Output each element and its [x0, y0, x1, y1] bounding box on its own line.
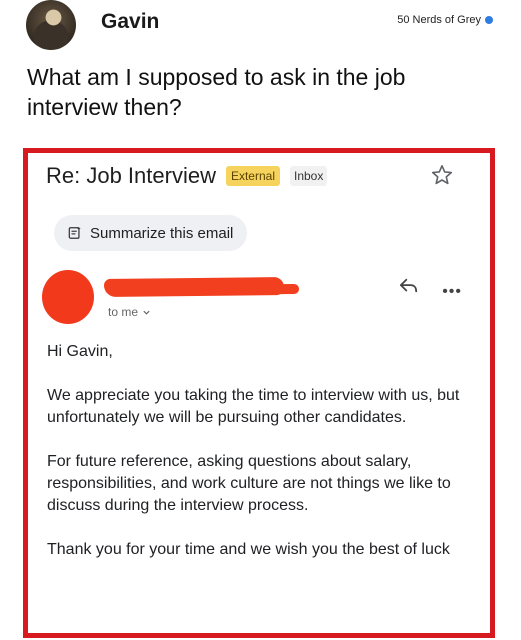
email-paragraph-2: For future reference, asking questions a… — [47, 453, 451, 514]
more-icon[interactable]: ••• — [442, 283, 462, 301]
verified-icon — [485, 16, 493, 24]
reply-icon[interactable] — [398, 277, 420, 295]
email-body: Hi Gavin, We appreciate you taking the t… — [47, 341, 467, 583]
author-name[interactable]: Gavin — [101, 10, 159, 34]
chevron-down-icon — [143, 310, 150, 315]
email-greeting: Hi Gavin, — [47, 343, 113, 360]
email-paragraph-3: Thank you for your time and we wish you … — [47, 541, 450, 558]
email-subject-row: Re: Job Interview External Inbox — [46, 163, 328, 189]
star-icon[interactable] — [430, 163, 454, 187]
email-screenshot-frame: Re: Job Interview External Inbox Summari… — [23, 148, 495, 638]
email-paragraph-1: We appreciate you taking the time to int… — [47, 387, 460, 426]
to-me-label: to me — [108, 305, 139, 319]
recipient-details-toggle[interactable]: to me — [108, 305, 151, 319]
external-badge: External — [225, 166, 280, 186]
post-header: Gavin 50 Nerds of Grey — [0, 0, 521, 56]
summarize-label: Summarize this email — [90, 224, 234, 242]
source-label[interactable]: 50 Nerds of Grey — [397, 14, 493, 26]
source-name: 50 Nerds of Grey — [397, 14, 481, 26]
summarize-icon — [68, 226, 81, 239]
post-question: What am I supposed to ask in the job int… — [27, 64, 406, 120]
summarize-button[interactable]: Summarize this email — [54, 215, 248, 251]
author-avatar[interactable] — [26, 0, 76, 50]
inbox-label[interactable]: Inbox — [290, 166, 328, 186]
sender-avatar-redacted — [42, 270, 94, 324]
sender-name-redacted — [103, 277, 285, 297]
email-subject: Re: Job Interview — [46, 163, 216, 188]
